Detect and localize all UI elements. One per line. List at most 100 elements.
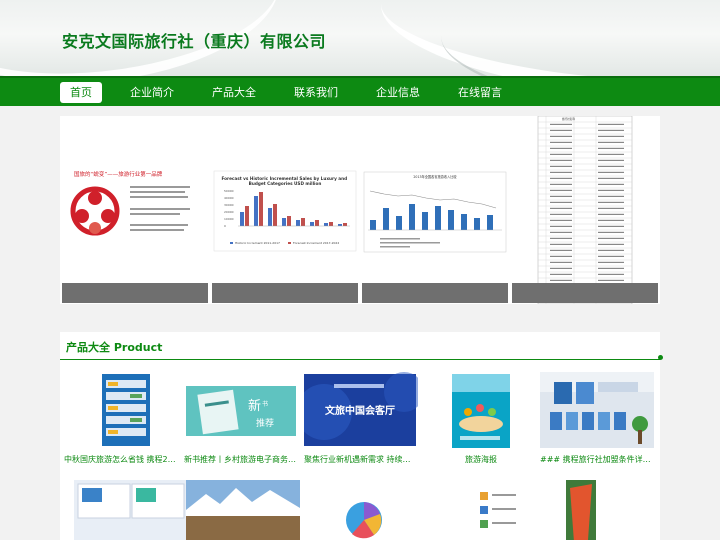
table-cell	[598, 231, 624, 233]
bar	[310, 222, 314, 226]
bar	[383, 208, 389, 230]
table-cell	[598, 129, 624, 131]
main-nav: 首页 企业简介 产品大全 联系我们 企业信息 在线留言	[0, 76, 720, 106]
table-cell	[598, 273, 624, 275]
product-thumbnail[interactable]	[186, 480, 300, 540]
table-cell	[598, 243, 624, 245]
table-cell	[598, 189, 624, 191]
ring-node	[89, 222, 101, 234]
section-title[interactable]: 产品大全 Product	[66, 339, 162, 355]
carousel-slide[interactable]: 国旅的“蜕变”——旅游行业第一品牌	[60, 116, 210, 304]
slide-image: Forecast vs Historic Incremental Sales b…	[213, 170, 357, 252]
text-line	[380, 242, 440, 244]
table-cell	[550, 279, 572, 281]
header-dot	[658, 355, 663, 360]
bar	[259, 192, 263, 226]
table-cell	[598, 153, 624, 155]
carousel-slide[interactable]: 2013年全国各省旅游收入比较	[360, 116, 510, 304]
table-cell	[550, 165, 572, 167]
legend-swatch	[288, 242, 291, 244]
table-cell	[550, 153, 572, 155]
table-cell	[598, 201, 624, 203]
table-cell	[550, 159, 572, 161]
bar	[448, 210, 454, 230]
text-line	[130, 229, 184, 231]
table-frame	[537, 116, 633, 304]
nav-item-home[interactable]: 首页	[60, 82, 102, 103]
y-tick-label: 10000	[224, 217, 234, 221]
y-tick-label: 40000	[224, 196, 234, 200]
site-header: 安克文国际旅行社（重庆）有限公司	[0, 0, 720, 76]
product-label[interactable]: 新书推荐丨乡村旅游电子商务发展...	[184, 454, 298, 465]
text-line	[130, 191, 185, 193]
nav-item-company-info[interactable]: 企业信息	[366, 82, 430, 103]
product-label[interactable]: ### 携程旅行社加盟条件详解 携...	[540, 454, 654, 465]
svg-text:书: 书	[262, 400, 268, 408]
table-cell	[550, 237, 572, 239]
ring-node	[75, 209, 89, 223]
product-label[interactable]: 中秋国庆旅游怎么省钱 携程20周...	[64, 454, 178, 465]
site-title[interactable]: 安克文国际旅行社（重庆）有限公司	[62, 28, 326, 52]
table-cell	[598, 255, 624, 257]
bar	[287, 216, 291, 226]
table-cell	[550, 255, 572, 257]
product-thumbnail[interactable]	[424, 480, 538, 540]
text-line	[130, 196, 188, 198]
table-header: 旅行社名称	[562, 117, 575, 121]
product-thumbnail[interactable]: 新 书 推荐	[184, 372, 298, 448]
legend-swatch	[230, 242, 233, 244]
table-cell	[598, 159, 624, 161]
text-line	[130, 186, 190, 188]
carousel-slide[interactable]: 旅行社名称	[510, 116, 660, 304]
bar	[324, 223, 328, 226]
bar	[245, 206, 249, 226]
product-thumbnail[interactable]	[74, 480, 188, 540]
table-cell	[550, 225, 572, 227]
table-cell	[550, 219, 572, 221]
product-thumbnail[interactable]: 文旅中国会客厅	[304, 372, 418, 448]
bar	[370, 220, 376, 230]
table-cell	[550, 201, 572, 203]
slide-caption-bar[interactable]	[362, 283, 508, 303]
table-cell	[550, 243, 572, 245]
carousel-slide[interactable]: Forecast vs Historic Incremental Sales b…	[210, 116, 360, 304]
ring-node	[88, 191, 102, 205]
bar	[282, 218, 286, 226]
legend-label: Historic Increment 2011-2017	[235, 241, 280, 245]
product-thumbnail[interactable]	[424, 372, 538, 448]
nav-item-message[interactable]: 在线留言	[448, 82, 512, 103]
product-label[interactable]: 聚焦行业新机遇新需求 持续做强...	[304, 454, 418, 465]
table-cell	[550, 177, 572, 179]
table-cell	[598, 135, 624, 137]
bar	[315, 220, 319, 226]
section-header: 产品大全 Product	[60, 332, 663, 360]
table-cell	[598, 237, 624, 239]
product-thumbnail[interactable]	[540, 372, 654, 448]
slide-caption-bar[interactable]	[62, 283, 208, 303]
legend-label: Forecast Increment 2017-2022	[293, 241, 339, 245]
table-cell	[550, 123, 572, 125]
bar	[343, 223, 347, 226]
table-cell	[598, 267, 624, 269]
nav-item-contact[interactable]: 联系我们	[284, 82, 348, 103]
y-tick-label: 20000	[224, 210, 234, 214]
product-thumbnail[interactable]	[540, 480, 654, 540]
table-cell	[598, 279, 624, 281]
slide-heading: 国旅的“蜕变”——旅游行业第一品牌	[74, 170, 163, 178]
image-carousel[interactable]: 国旅的“蜕变”——旅游行业第一品牌 Forecast vs Historic I…	[60, 116, 660, 304]
table-cell	[550, 183, 572, 185]
y-tick-label: 50000	[224, 189, 234, 193]
table-cell	[550, 141, 572, 143]
slide-caption-bar[interactable]	[212, 283, 358, 303]
nav-item-products[interactable]: 产品大全	[202, 82, 266, 103]
table-cell	[598, 141, 624, 143]
bar	[487, 215, 493, 230]
nav-item-about[interactable]: 企业简介	[120, 82, 184, 103]
product-thumbnail[interactable]	[64, 372, 178, 448]
ring-node	[101, 209, 115, 223]
slide-caption-bar[interactable]	[512, 283, 658, 303]
table-cell	[550, 273, 572, 275]
table-cell	[550, 195, 572, 197]
product-label[interactable]: 旅游海报	[424, 454, 538, 465]
product-thumbnail[interactable]	[304, 480, 418, 540]
